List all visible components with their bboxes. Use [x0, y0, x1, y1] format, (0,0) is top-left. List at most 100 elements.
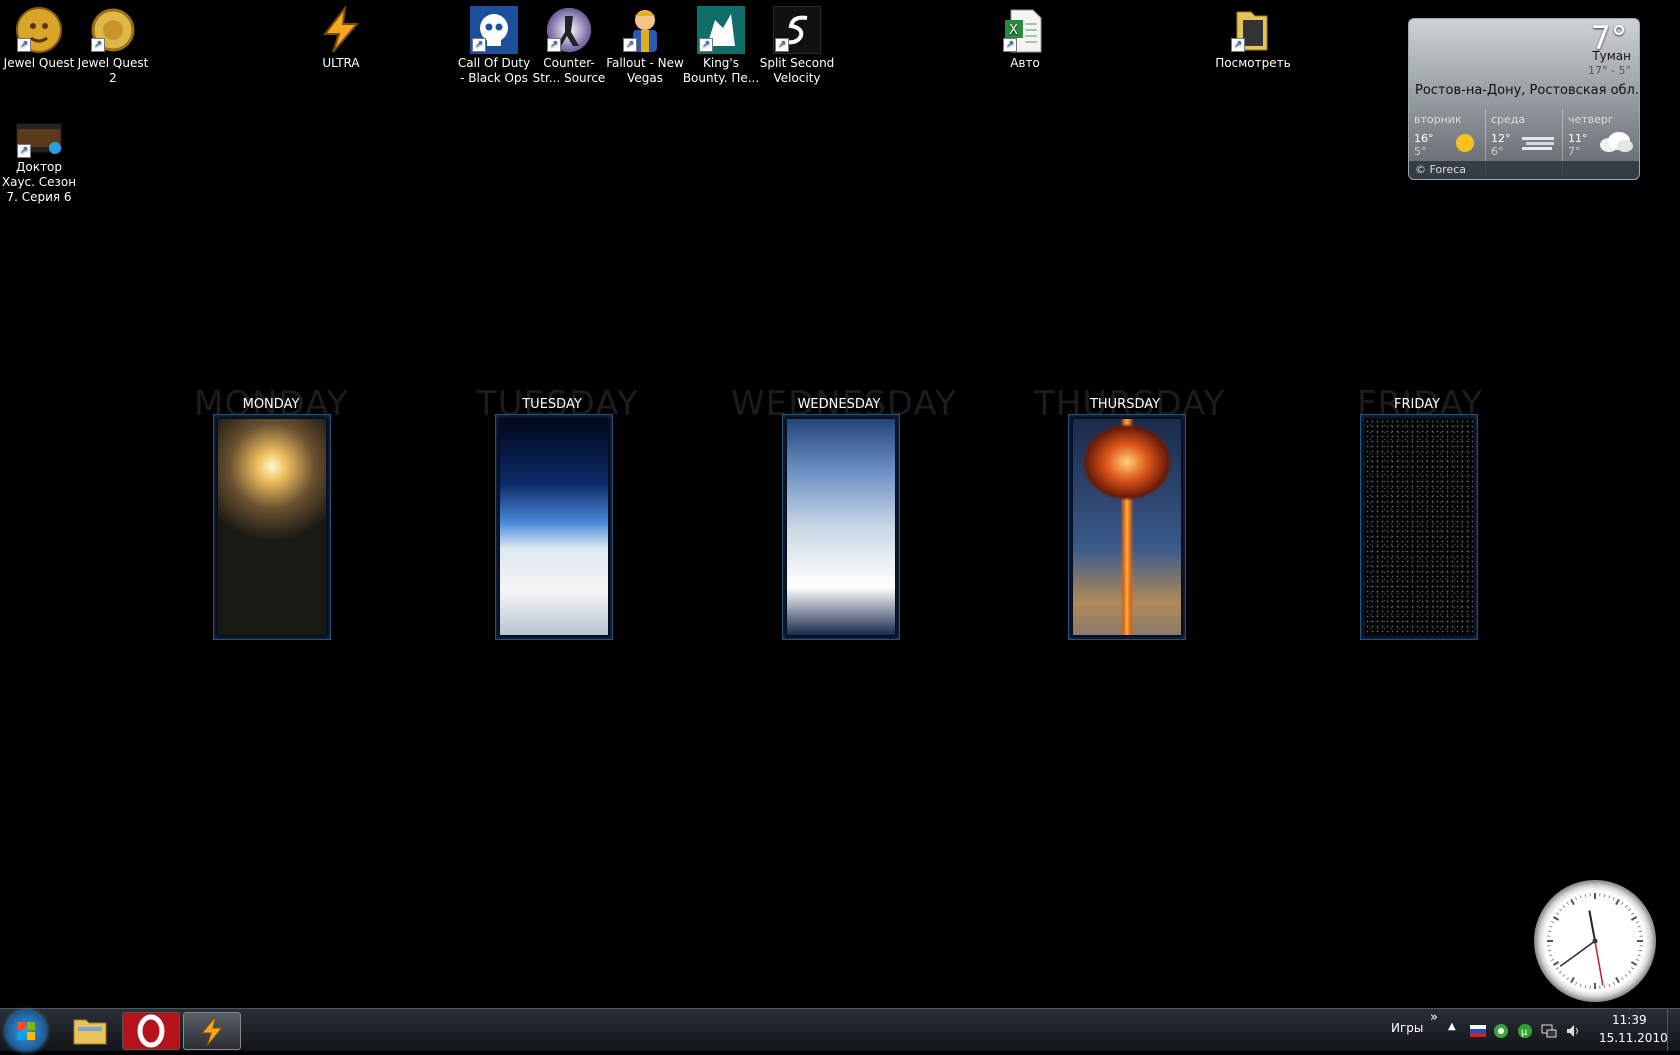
weekday-panel-thursday[interactable]	[1068, 414, 1186, 640]
sun-icon	[1443, 131, 1479, 153]
weather-condition: Туман	[1592, 49, 1631, 63]
taskbar-explorer-button[interactable]	[62, 1012, 118, 1048]
clock-tick	[1638, 955, 1641, 956]
desktop-icon-kings-bounty[interactable]: ↗ King's Bounty. Пе...	[682, 0, 760, 86]
wallpaper-preview	[1073, 419, 1181, 635]
shortcut-arrow-icon: ↗	[699, 38, 713, 52]
tray-clock-date[interactable]: 15.11.2010	[1599, 1031, 1668, 1045]
kings-bounty-icon: ↗	[697, 6, 745, 54]
desktop-icon-label: Counter-Str... Source	[530, 56, 608, 86]
clock-second-hand	[1595, 941, 1603, 985]
desktop-icon-jewel-quest-2[interactable]: ↗ Jewel Quest 2	[74, 0, 152, 86]
clock-tick	[1559, 971, 1561, 973]
weekday-title: MONDAY	[196, 397, 346, 412]
winamp-icon	[317, 6, 365, 54]
clock-tick	[1613, 982, 1614, 985]
clock-tick	[1628, 971, 1630, 973]
toolbar-chevron[interactable]: »	[1430, 1010, 1438, 1025]
clock-tick	[1628, 909, 1630, 911]
split-second-icon: ↗	[773, 6, 821, 54]
desktop-icon-jewel-quest[interactable]: ↗ Jewel Quest	[0, 0, 78, 71]
clock-tick	[1563, 974, 1565, 976]
weekday-title: FRIDAY	[1342, 397, 1492, 412]
desktop-icon-fallout[interactable]: ↗ Fallout - New Vegas	[606, 0, 684, 86]
show-hidden-icons-button[interactable]: ▲	[1448, 1021, 1456, 1032]
clock-tick	[1613, 897, 1614, 900]
weekday-panel-tuesday[interactable]	[495, 414, 613, 640]
desktop-icon-call-of-duty[interactable]: ↗ Call Of Duty - Black Ops	[455, 0, 533, 86]
weekday-panel-wednesday[interactable]	[782, 414, 900, 640]
clock-tick	[1621, 902, 1623, 904]
toolbar-label-igry[interactable]: Игры	[1391, 1021, 1423, 1035]
wallpaper-preview	[500, 419, 608, 635]
explorer-icon	[62, 1012, 118, 1048]
taskbar-opera-button[interactable]	[122, 1012, 180, 1050]
clock-tick	[1616, 977, 1619, 982]
weekday-title: TUESDAY	[477, 397, 627, 412]
desktop-icon-counter-strike[interactable]: ↗ Counter-Str... Source	[530, 0, 608, 86]
forecast-day-name: вторник	[1414, 113, 1480, 126]
clock-tick	[1639, 931, 1642, 932]
clock-face	[1534, 880, 1656, 1002]
clock-gadget[interactable]	[1534, 880, 1656, 1002]
desktop-icon-label: Jewel Quest 2	[74, 56, 152, 86]
desktop-icon-ultra[interactable]: ULTRA	[302, 0, 380, 71]
clock-tick	[1580, 984, 1581, 987]
desktop-icon-split-second[interactable]: ↗ Split Second Velocity	[758, 0, 836, 86]
desktop-icon-label: Доктор Хаус. Сезон 7. Серия 6	[0, 160, 78, 205]
weather-gadget[interactable]: 7° Туман 17° - 5° Ростов-на-Дону, Ростов…	[1408, 18, 1640, 180]
volume-icon[interactable]	[1565, 1023, 1581, 1039]
excel-file-icon: X ↗	[1001, 6, 1049, 54]
weekday-panel-monday[interactable]	[213, 414, 331, 640]
clock-tick	[1563, 905, 1565, 907]
clock-tick	[1625, 905, 1627, 907]
clock-tick	[1567, 977, 1569, 979]
wallpaper-preview	[787, 419, 895, 635]
utorrent-icon[interactable]: µ	[1517, 1023, 1533, 1039]
counter-strike-icon: ↗	[545, 6, 593, 54]
jewel-quest-icon: ↗	[15, 6, 63, 54]
taskbar-winamp-button[interactable]	[183, 1012, 241, 1050]
clock-tick	[1556, 967, 1558, 969]
clock-tick	[1585, 894, 1586, 897]
desktop-icon-label: Jewel Quest	[0, 56, 78, 71]
clock-tick	[1621, 977, 1623, 979]
clock-tick	[1571, 977, 1574, 982]
clock-tick	[1575, 982, 1576, 985]
desktop-icon-label: Fallout - New Vegas	[606, 56, 684, 86]
desktop-icon-label: ULTRA	[302, 56, 380, 71]
weather-range: 17° - 5°	[1588, 64, 1631, 77]
show-desktop-button[interactable]	[1667, 1009, 1680, 1051]
network-icon[interactable]	[1541, 1023, 1557, 1039]
winamp-icon	[184, 1013, 240, 1049]
taskbar: Игры » ▲ µ 11:39 15.11.2010	[0, 1008, 1680, 1051]
wallpaper-preview	[1365, 419, 1473, 635]
desktop-icon-label: Split Second Velocity	[758, 56, 836, 86]
icq-icon[interactable]	[1493, 1023, 1509, 1039]
clock-tick	[1548, 950, 1551, 951]
desktop-icon-label: Посмотреть	[1214, 56, 1292, 71]
desktop-icon-avto[interactable]: X ↗ Авто	[986, 0, 1064, 71]
clock-tick	[1575, 897, 1576, 900]
clock-tick	[1631, 967, 1633, 969]
weekday-title: WEDNESDAY	[764, 397, 914, 412]
clock-tick	[1585, 985, 1586, 988]
desktop-icon-doktor-haus[interactable]: ↗ Доктор Хаус. Сезон 7. Серия 6	[0, 118, 78, 205]
weekday-panel-friday[interactable]	[1360, 414, 1478, 640]
shortcut-arrow-icon: ↗	[547, 38, 561, 52]
clock-tick	[1609, 984, 1610, 987]
shortcut-arrow-icon: ↗	[623, 38, 637, 52]
shortcut-arrow-icon: ↗	[472, 38, 486, 52]
desktop-icon-label: Авто	[986, 56, 1064, 71]
shortcut-arrow-icon: ↗	[17, 144, 31, 158]
shortcut-arrow-icon: ↗	[775, 38, 789, 52]
start-button[interactable]	[6, 1011, 46, 1051]
jewel-quest-2-icon: ↗	[89, 6, 137, 54]
clock-tick	[1549, 926, 1552, 927]
language-flag-icon[interactable]	[1470, 1025, 1486, 1037]
desktop-icon-posmotret[interactable]: ↗ Посмотреть	[1214, 0, 1292, 71]
weekday-title: THURSDAY	[1050, 397, 1200, 412]
fallout-icon: ↗	[621, 6, 669, 54]
tray-clock-time[interactable]: 11:39	[1612, 1013, 1647, 1027]
opera-icon	[123, 1013, 179, 1049]
